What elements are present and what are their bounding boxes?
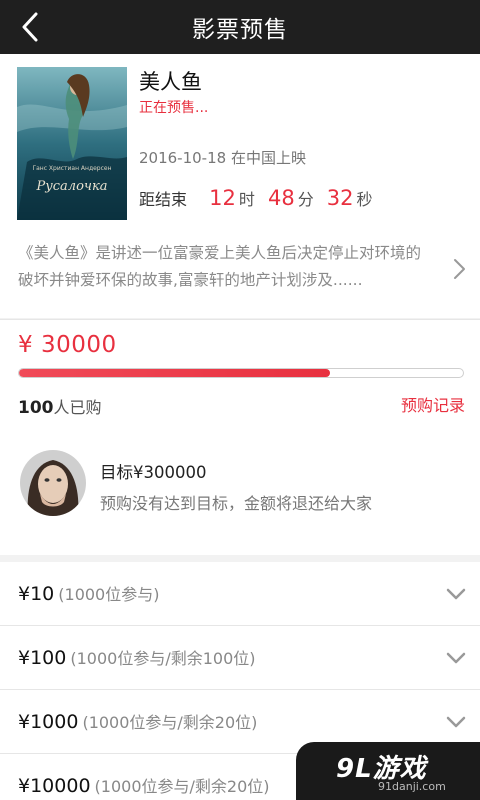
buyers-count: 100人已购 bbox=[18, 394, 102, 418]
page-title: 影票预售 bbox=[192, 17, 288, 43]
countdown-seconds-unit: 秒 bbox=[356, 190, 373, 209]
countdown-hours: 12 bbox=[209, 186, 236, 210]
tier-price: ¥10000 bbox=[18, 775, 91, 797]
tier-detail: (1000位参与) bbox=[58, 585, 160, 604]
movie-description[interactable]: 《美人鱼》是讲述一位富豪爱上美人鱼后决定停止对环境的破坏并钟爱环保的故事,富豪轩… bbox=[18, 240, 430, 294]
buyers-suffix: 人已购 bbox=[53, 398, 102, 417]
countdown-minutes: 48 bbox=[267, 186, 295, 210]
countdown-hours-unit: 时 bbox=[238, 190, 255, 209]
tier-price: ¥1000 bbox=[18, 711, 79, 733]
poster-title: Русалочка bbox=[36, 179, 108, 194]
chevron-down-icon[interactable] bbox=[446, 652, 466, 664]
presale-records-link[interactable]: 预购记录 bbox=[401, 392, 465, 416]
tier-price: ¥10 bbox=[18, 583, 55, 605]
funding-goal: 目标¥300000 bbox=[100, 463, 207, 482]
chevron-down-icon[interactable] bbox=[446, 588, 466, 600]
refund-note: 预购没有达到目标，金额将退还给大家 bbox=[100, 494, 373, 513]
watermark-domain: 91danji.com bbox=[378, 780, 446, 793]
chevron-right-icon[interactable] bbox=[451, 257, 467, 281]
countdown: 距结束 12 时 48 分 32 秒 bbox=[139, 186, 378, 210]
tier-price: ¥100 bbox=[18, 647, 67, 669]
tier-detail: (1000位参与/剩余20位) bbox=[82, 713, 258, 732]
progress-fill bbox=[19, 369, 330, 377]
tier-row[interactable]: ¥100 (1000位参与/剩余100位) bbox=[0, 626, 480, 690]
tier-detail: (1000位参与/剩余20位) bbox=[94, 777, 270, 796]
funding-section: ¥ 30000 100人已购 预购记录 目标¥300000 预购没有达到目标，金… bbox=[0, 319, 480, 555]
release-date: 2016-10-18 在中国上映 bbox=[139, 149, 306, 167]
countdown-label: 距结束 bbox=[139, 190, 188, 209]
poster-art bbox=[17, 67, 127, 220]
buyers-number: 100 bbox=[18, 398, 54, 418]
progress-bar bbox=[18, 368, 464, 378]
movie-title: 美人鱼 bbox=[139, 70, 202, 94]
chevron-down-icon[interactable] bbox=[446, 716, 466, 728]
presale-status: 正在预售... bbox=[139, 100, 209, 116]
raised-amount: ¥ 30000 bbox=[18, 332, 117, 358]
tier-detail: (1000位参与/剩余100位) bbox=[70, 649, 256, 668]
site-watermark: 9L游戏 91danji.com bbox=[296, 742, 480, 800]
countdown-minutes-unit: 分 bbox=[297, 190, 314, 209]
avatar bbox=[20, 450, 86, 516]
top-bar: 影票预售 bbox=[0, 0, 480, 54]
tier-row[interactable]: ¥10 (1000位参与) bbox=[0, 562, 480, 626]
movie-info-card: Ганс Христиан Андерсен Русалочка 美人鱼 正在预… bbox=[0, 54, 480, 318]
movie-poster[interactable]: Ганс Христиан Андерсен Русалочка bbox=[17, 67, 127, 220]
countdown-seconds: 32 bbox=[326, 186, 354, 210]
poster-author: Ганс Христиан Андерсен bbox=[32, 165, 112, 172]
